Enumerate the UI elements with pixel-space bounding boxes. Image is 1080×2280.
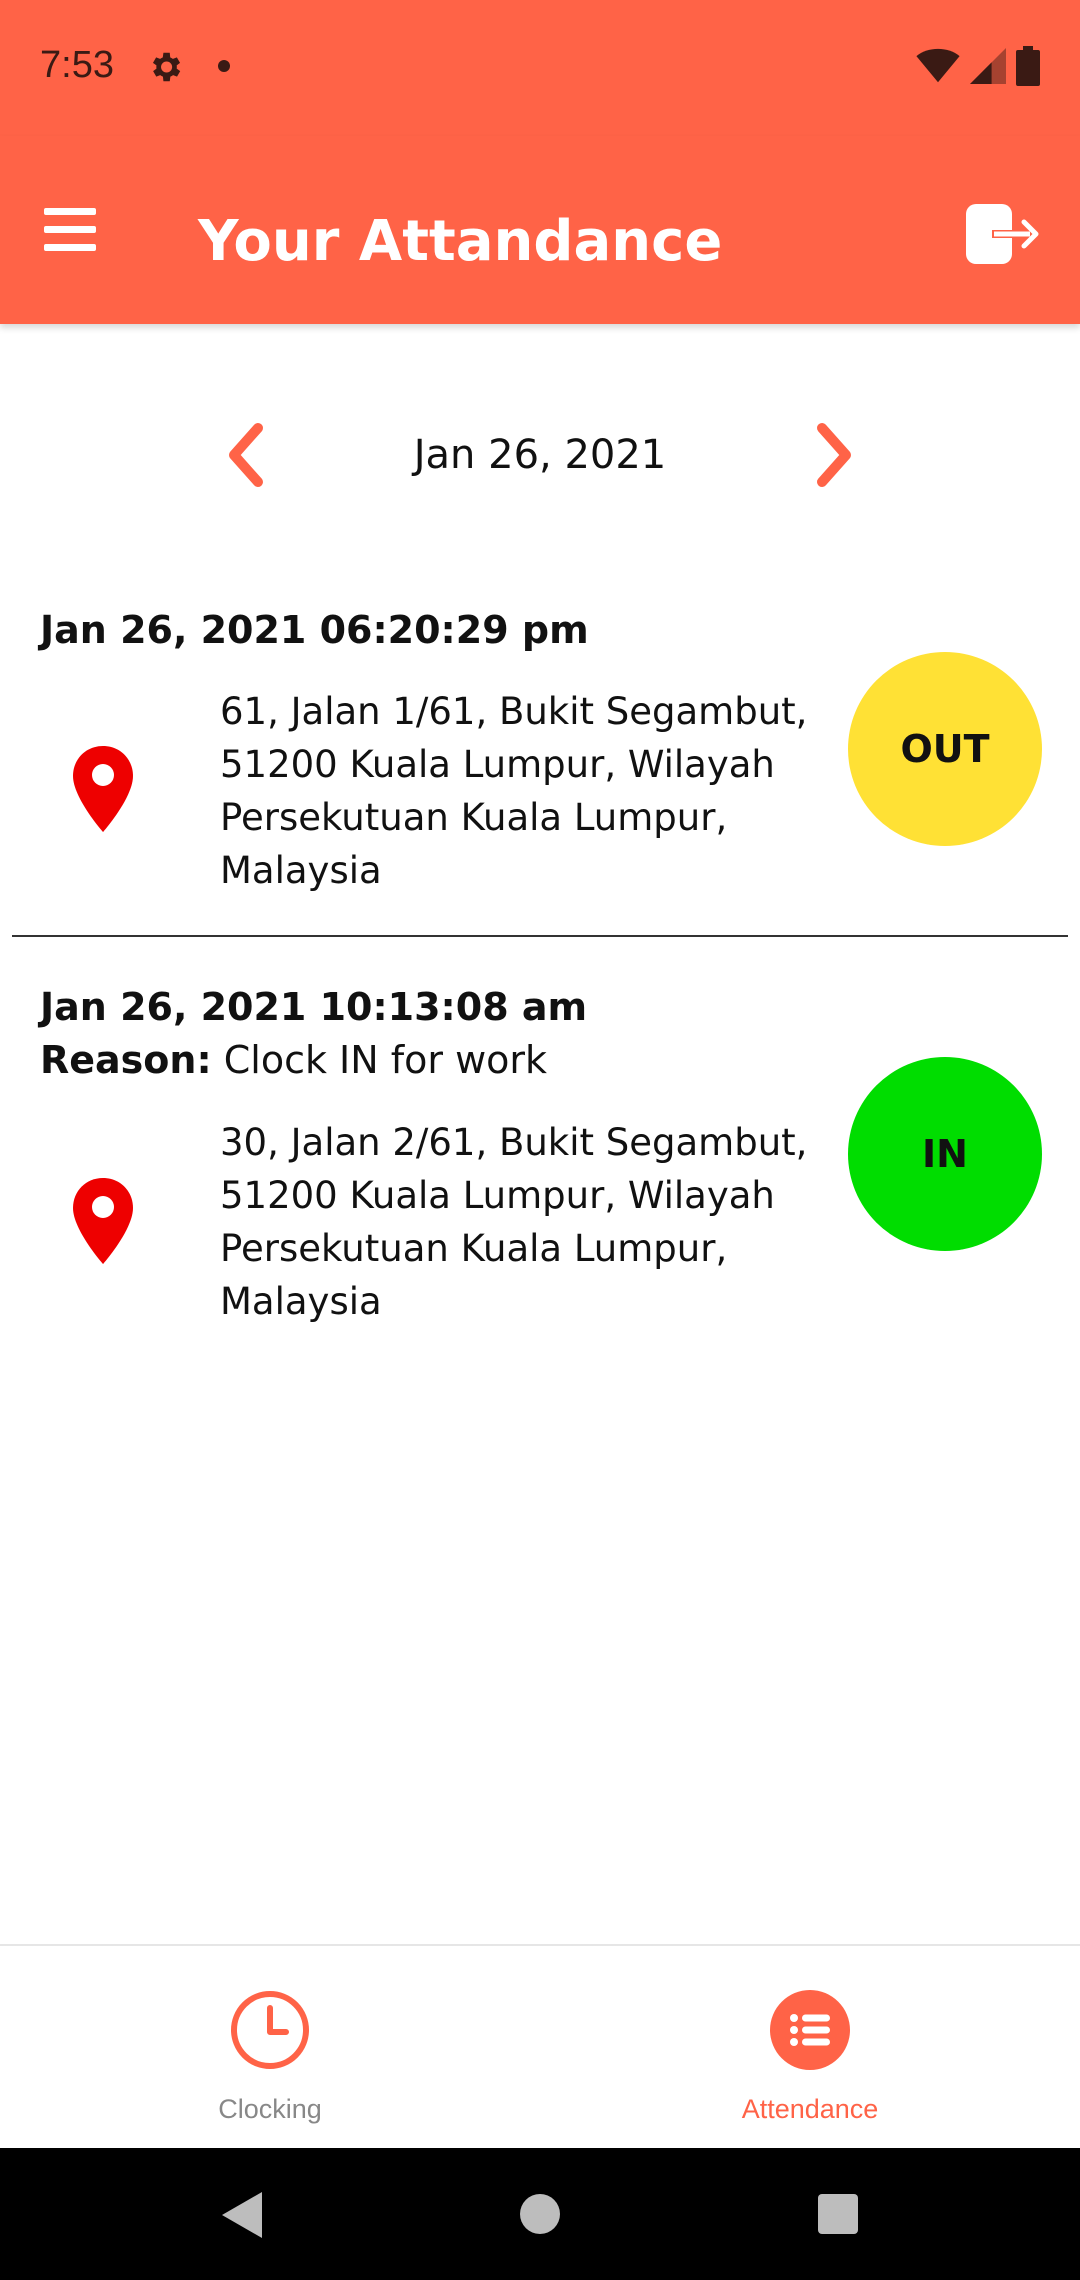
reason-value: Clock IN for work (211, 1038, 548, 1082)
reason-label: Reason: (40, 1038, 212, 1082)
date-navigator: Jan 26, 2021 (0, 420, 1080, 500)
bottom-navigation: Clocking Attendance (0, 1944, 1080, 2150)
system-navigation-bar (0, 2148, 1080, 2280)
settings-gear-icon (152, 52, 181, 82)
previous-date-chevron-icon[interactable] (220, 420, 270, 490)
notification-dot-icon (218, 60, 230, 72)
status-icons (916, 46, 1040, 86)
record-timestamp: Jan 26, 2021 06:20:29 pm (40, 608, 589, 652)
status-bar: 7:53 (0, 0, 1080, 136)
clock-in-badge: IN (848, 1057, 1042, 1251)
nav-label: Attendance (741, 2094, 879, 2124)
location-pin-icon (73, 1178, 133, 1264)
logout-icon[interactable] (964, 202, 1040, 266)
back-icon[interactable] (218, 2190, 266, 2240)
nav-label: Clocking (218, 2094, 322, 2124)
record-address: 61, Jalan 1/61, Bukit Segambut, 51200 Ku… (220, 690, 808, 892)
next-date-chevron-icon[interactable] (810, 420, 860, 490)
divider (12, 935, 1068, 937)
home-icon[interactable] (520, 2194, 560, 2234)
battery-icon (1016, 46, 1040, 86)
record-reason: Reason: Clock IN for work (40, 1038, 547, 1082)
app-bar: Your Attandance (0, 136, 1080, 324)
current-date-label: Jan 26, 2021 (413, 432, 667, 478)
badge-label: IN (922, 1132, 968, 1176)
nav-clocking[interactable]: Clocking (0, 1946, 540, 2150)
wifi-icon (916, 48, 960, 83)
cell-signal-icon (970, 48, 1006, 84)
nav-attendance[interactable]: Attendance (540, 1946, 1080, 2150)
status-time: 7:53 (40, 44, 114, 86)
list-icon (770, 1990, 850, 2070)
page-title: Your Attandance (198, 209, 723, 274)
badge-label: OUT (900, 727, 990, 771)
clock-out-badge: OUT (848, 652, 1042, 846)
recent-apps-icon[interactable] (818, 2194, 858, 2234)
menu-icon[interactable] (40, 202, 100, 258)
record-timestamp: Jan 26, 2021 10:13:08 am (40, 985, 588, 1029)
record-address: 30, Jalan 2/61, Bukit Segambut, 51200 Ku… (220, 1121, 808, 1323)
location-pin-icon (73, 746, 133, 832)
clock-icon (231, 1991, 309, 2069)
